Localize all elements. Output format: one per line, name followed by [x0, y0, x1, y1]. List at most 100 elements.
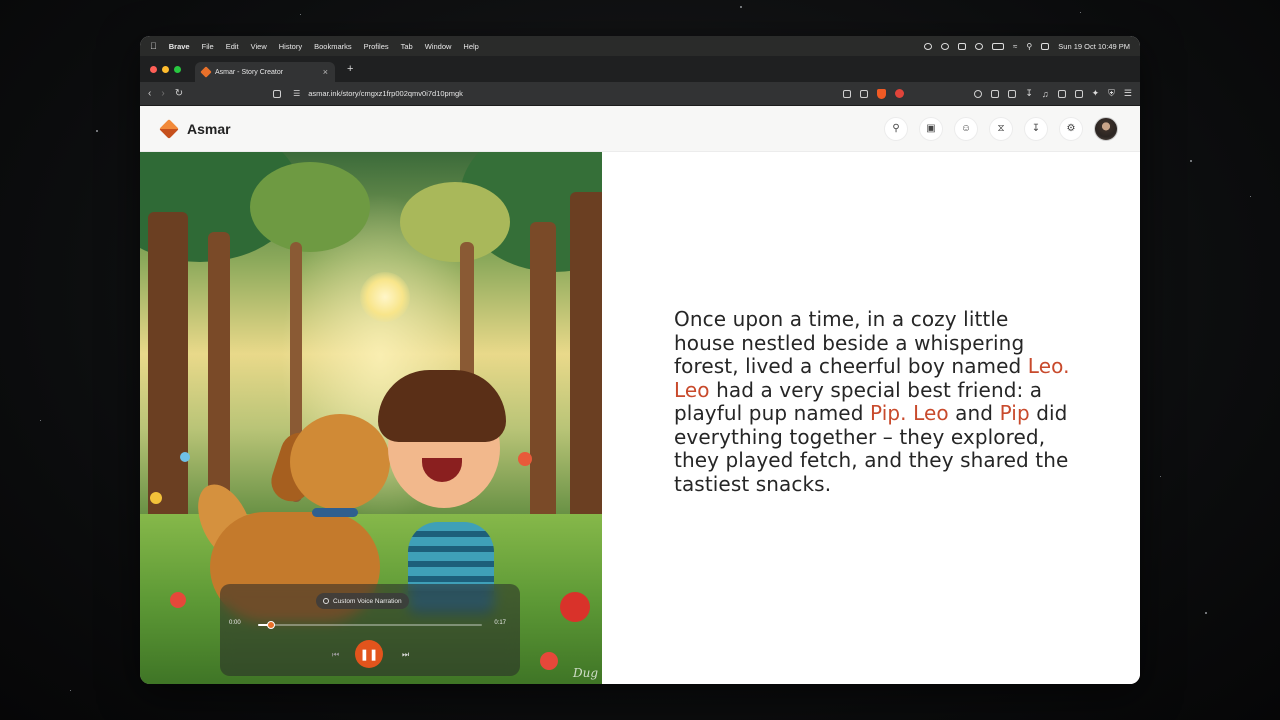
story-page: Dug Custom Voice Narration 0:00 0:17 ⏮ ❚…: [140, 152, 1140, 684]
dog-collar: [312, 508, 358, 517]
menu-brave[interactable]: Brave: [169, 42, 190, 51]
menu-profiles[interactable]: Profiles: [364, 42, 389, 51]
narration-badge[interactable]: Custom Voice Narration: [316, 593, 409, 609]
menu-edit[interactable]: Edit: [226, 42, 239, 51]
site-info-icon[interactable]: ☰: [293, 89, 300, 98]
cast-icon[interactable]: [843, 89, 852, 98]
sidebar-icon[interactable]: [1057, 89, 1066, 98]
brave-shields-icon[interactable]: [877, 88, 887, 99]
settings-button[interactable]: ⚙: [1059, 116, 1083, 141]
menubar-status-area: ≈ ⚲ Sun 19 Oct 10:49 PM: [924, 42, 1130, 51]
minimize-window-button[interactable]: [162, 65, 169, 73]
asmar-favicon-icon: [200, 66, 212, 78]
bookmark-icon[interactable]: [273, 89, 282, 98]
status-app-icon[interactable]: [924, 42, 933, 50]
tab-strip: Asmar - Story Creator × +: [140, 56, 1140, 82]
flower: [518, 452, 532, 466]
narration-badge-label: Custom Voice Narration: [333, 597, 402, 605]
close-tab-icon[interactable]: ×: [323, 67, 328, 77]
header-actions: ⚲ ▣ ☺ ⧖ ↧ ⚙: [884, 116, 1118, 141]
story-text-segment: and: [948, 401, 1000, 425]
control-center-icon[interactable]: [1041, 42, 1050, 50]
flower: [170, 592, 186, 608]
previous-page-button[interactable]: ⏮: [332, 650, 339, 660]
headphones-icon[interactable]: [941, 42, 950, 50]
settings-icon: ⚙: [1066, 123, 1076, 134]
address-bar[interactable]: ☰ asmar.ink/story/cmgxz1frp002qmv0i7d10p…: [273, 89, 843, 98]
window-controls: [150, 65, 181, 73]
menu-history[interactable]: History: [279, 42, 302, 51]
apple-icon[interactable]: : [150, 41, 157, 51]
menu-tab[interactable]: Tab: [401, 42, 413, 51]
back-button[interactable]: ‹: [148, 88, 151, 99]
spotlight-search-icon[interactable]: ⚲: [1026, 42, 1032, 51]
progress-thumb[interactable]: [267, 621, 276, 629]
app-header: Asmar ⚲ ▣ ☺ ⧖ ↧ ⚙: [140, 106, 1140, 152]
app-brand[interactable]: Asmar: [187, 121, 231, 137]
dog-head: [290, 414, 390, 510]
zoom-window-button[interactable]: [174, 65, 181, 73]
voice-icon: [323, 598, 329, 604]
share-button[interactable]: ⧖: [989, 116, 1013, 141]
menu-view[interactable]: View: [251, 42, 267, 51]
screenshot-icon[interactable]: [1008, 89, 1017, 98]
close-window-button[interactable]: [150, 65, 157, 73]
current-time: 0:00: [229, 620, 241, 626]
asmar-logo-icon[interactable]: [159, 118, 179, 139]
browser-toolbar: ‹ › ↻ ☰ asmar.ink/story/cmgxz1frp002qmv0…: [140, 82, 1140, 106]
add-user-icon: ☺: [960, 123, 972, 134]
story-text-panel: Once upon a time, in a cozy little house…: [602, 152, 1140, 684]
flower: [540, 652, 558, 670]
puzzle-icon[interactable]: [991, 89, 1000, 98]
music-icon[interactable]: ♫: [1042, 89, 1049, 99]
tree-canopy: [250, 162, 370, 252]
brave-rewards-icon[interactable]: [895, 89, 905, 98]
browser-window:  Brave File Edit View History Bookmarks…: [140, 36, 1140, 684]
tree-canopy: [400, 182, 510, 262]
boy-hair: [378, 370, 506, 442]
reload-button[interactable]: ↻: [175, 88, 183, 99]
extension-icon[interactable]: [974, 89, 983, 98]
menu-hamburger-icon[interactable]: ☰: [1124, 88, 1132, 99]
story-text-segment: Once upon a time, in a cozy little house…: [674, 307, 1028, 378]
wallet-toolbar-icon[interactable]: [1074, 89, 1083, 98]
story-paragraph: Once upon a time, in a cozy little house…: [674, 307, 1074, 496]
share-page-icon[interactable]: [860, 89, 869, 98]
flower: [150, 492, 162, 504]
add-user-button[interactable]: ☺: [954, 116, 978, 141]
wifi-icon[interactable]: ≈: [1013, 42, 1017, 51]
leo-ai-icon[interactable]: ✦: [1092, 88, 1100, 99]
avatar[interactable]: [1094, 116, 1118, 141]
share-icon: ⧖: [997, 123, 1005, 134]
menubar-clock[interactable]: Sun 19 Oct 10:49 PM: [1058, 42, 1130, 51]
new-tab-button[interactable]: +: [347, 63, 353, 75]
tab-title: Asmar - Story Creator: [215, 68, 284, 76]
url-text[interactable]: asmar.ink/story/cmgxz1frp002qmv0i7d10pmg…: [308, 89, 463, 98]
next-page-button[interactable]: ⏭: [402, 650, 409, 660]
total-time: 0:17: [494, 620, 506, 626]
story-character-name: Pip: [999, 401, 1030, 425]
macos-menubar:  Brave File Edit View History Bookmarks…: [140, 36, 1140, 56]
search-icon: ⚲: [892, 123, 900, 134]
menu-bookmarks[interactable]: Bookmarks: [314, 42, 352, 51]
artist-signature: Dug: [572, 666, 598, 680]
play-icon[interactable]: [975, 42, 984, 50]
wallet-button[interactable]: ▣: [919, 116, 943, 141]
tab-asmar-story[interactable]: Asmar - Story Creator ×: [195, 62, 335, 82]
play-pause-button[interactable]: ❚❚: [355, 640, 383, 668]
download-icon: ↧: [1031, 123, 1041, 134]
menu-help[interactable]: Help: [463, 42, 478, 51]
downloads-icon[interactable]: ↧: [1025, 88, 1033, 99]
forward-button[interactable]: ›: [161, 88, 164, 99]
progress-slider[interactable]: [258, 621, 482, 629]
menu-file[interactable]: File: [202, 42, 214, 51]
search-button[interactable]: ⚲: [884, 116, 908, 141]
sun: [360, 272, 410, 322]
battery-icon[interactable]: [992, 42, 1005, 50]
download-button[interactable]: ↧: [1024, 116, 1048, 141]
story-illustration: Dug Custom Voice Narration 0:00 0:17 ⏮ ❚…: [140, 152, 602, 684]
menu-window[interactable]: Window: [425, 42, 452, 51]
vpn-icon[interactable]: ⛨: [1108, 88, 1115, 99]
cloud-icon[interactable]: [958, 42, 967, 50]
pause-icon: ❚❚: [359, 648, 379, 661]
